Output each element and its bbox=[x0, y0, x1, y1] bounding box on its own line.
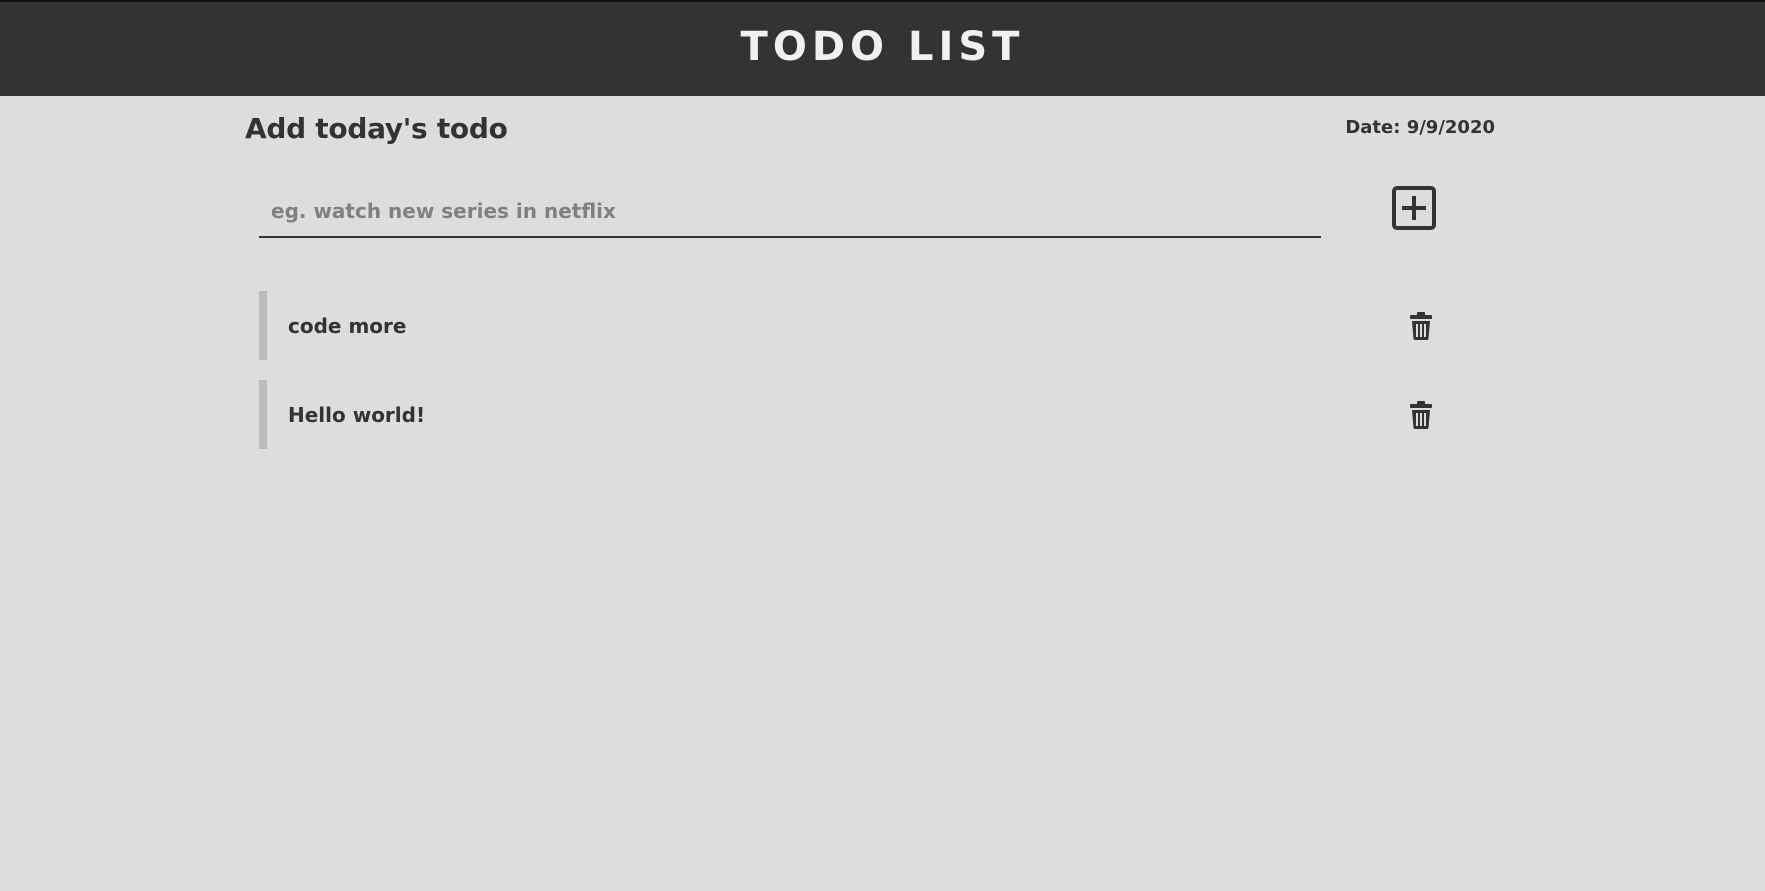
trash-icon bbox=[1410, 312, 1432, 340]
todo-input[interactable] bbox=[259, 186, 1321, 238]
app-header: TODO LIST bbox=[0, 0, 1765, 96]
todo-item: Hello world! bbox=[259, 380, 1439, 449]
todo-item-text: code more bbox=[288, 313, 407, 338]
todo-item-text: Hello world! bbox=[288, 402, 426, 427]
add-todo-heading: Add today's todo bbox=[245, 112, 508, 145]
todo-list: code more Hello world! bbox=[259, 291, 1439, 469]
delete-todo-button[interactable] bbox=[1409, 401, 1433, 429]
todo-item: code more bbox=[259, 291, 1439, 360]
add-todo-button[interactable] bbox=[1392, 186, 1436, 230]
trash-icon bbox=[1410, 401, 1432, 429]
date-label: Date: 9/9/2020 bbox=[1345, 117, 1495, 138]
delete-todo-button[interactable] bbox=[1409, 312, 1433, 340]
app-title: TODO LIST bbox=[740, 23, 1025, 70]
